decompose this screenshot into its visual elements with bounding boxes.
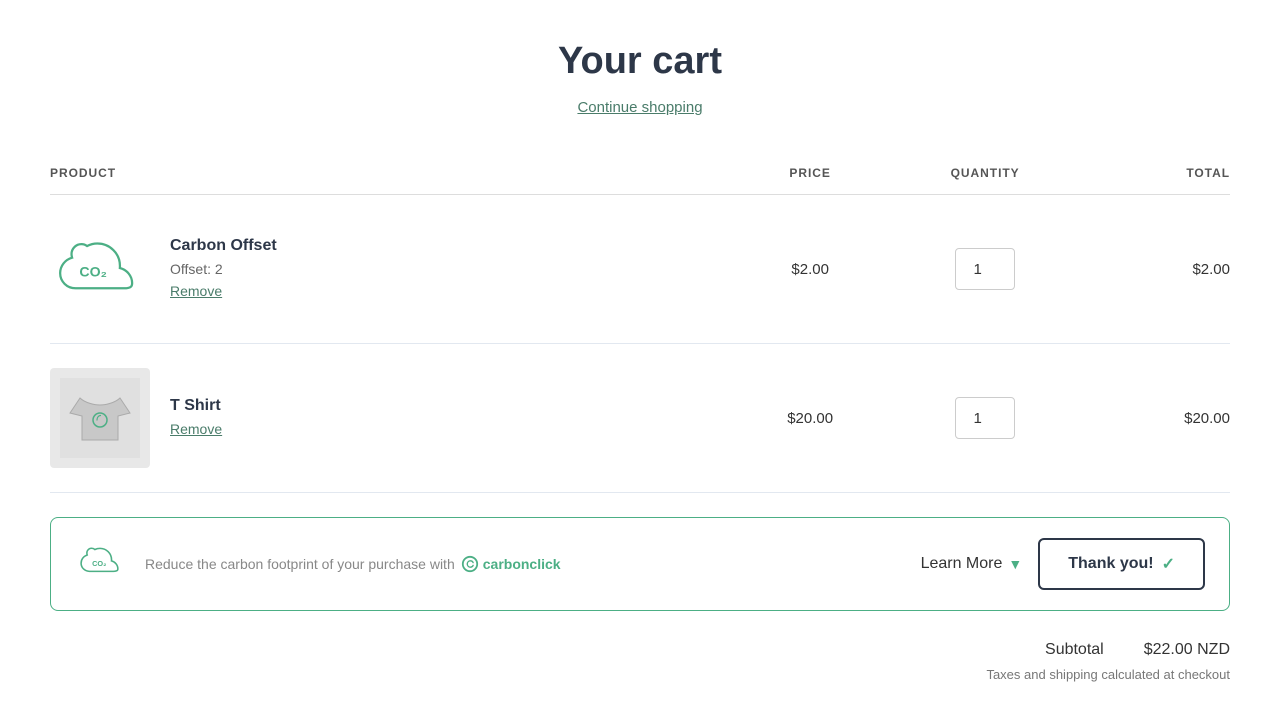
col-header-total: TOTAL [1090,156,1230,195]
co2-product-image: CO₂ [50,219,150,319]
carbon-banner-text: Reduce the carbon footprint of your purc… [145,555,901,573]
thank-you-label: Thank you! [1068,555,1153,573]
quantity-input[interactable] [955,248,1015,290]
banner-actions: Learn More ▼ Thank you! ✓ [921,538,1205,590]
product-name: T Shirt [170,397,222,415]
thank-you-button[interactable]: Thank you! ✓ [1038,538,1205,590]
product-cell: CO₂ Carbon Offset Offset: 2 Remove [50,195,740,344]
co2-banner-icon: CO₂ [75,539,125,589]
svg-text:CO₂: CO₂ [92,559,106,568]
col-header-product: PRODUCT [50,156,740,195]
product-info: T Shirt Remove [170,397,222,439]
continue-shopping-link[interactable]: Continue shopping [50,99,1230,116]
product-price: $2.00 [740,195,880,344]
col-header-quantity: QUANTITY [880,156,1090,195]
svg-text:CO₂: CO₂ [79,264,106,280]
product-cell: T Shirt Remove [50,344,740,493]
co2-cloud-small-icon: CO₂ [79,547,121,581]
table-row: CO₂ Carbon Offset Offset: 2 Remove $2.00… [50,195,1230,344]
tshirt-product-image [50,368,150,468]
carbon-banner: CO₂ Reduce the carbon footprint of your … [50,517,1230,611]
learn-more-button[interactable]: Learn More ▼ [921,555,1023,573]
page-title: Your cart [50,40,1230,83]
subtotal-section: Subtotal $22.00 NZD Taxes and shipping c… [50,641,1230,682]
carbon-text: Reduce the carbon footprint of your purc… [145,556,455,572]
tax-note: Taxes and shipping calculated at checkou… [50,667,1230,682]
subtotal-value: $22.00 NZD [1144,641,1230,659]
product-name: Carbon Offset [170,237,277,255]
product-total: $2.00 [1090,195,1230,344]
subtotal-label: Subtotal [1045,641,1104,659]
subtotal-row: Subtotal $22.00 NZD [50,641,1230,659]
remove-button[interactable]: Remove [170,283,222,299]
product-total: $20.00 [1090,344,1230,493]
checkmark-icon: ✓ [1162,554,1175,574]
learn-more-label: Learn More [921,555,1003,573]
cart-table: PRODUCT PRICE QUANTITY TOTAL CO₂ Carbon [50,156,1230,493]
quantity-cell [880,344,1090,493]
product-meta: Offset: 2 [170,261,277,277]
quantity-cell [880,195,1090,344]
table-row: T Shirt Remove $20.00 $20.00 [50,344,1230,493]
col-header-price: PRICE [740,156,880,195]
product-info: Carbon Offset Offset: 2 Remove [170,237,277,301]
quantity-input[interactable] [955,397,1015,439]
remove-button[interactable]: Remove [170,421,222,437]
carbonclick-logo: carbonclick [461,555,561,573]
product-price: $20.00 [740,344,880,493]
carbonclick-circle-icon [461,555,479,573]
chevron-down-icon: ▼ [1008,556,1022,572]
